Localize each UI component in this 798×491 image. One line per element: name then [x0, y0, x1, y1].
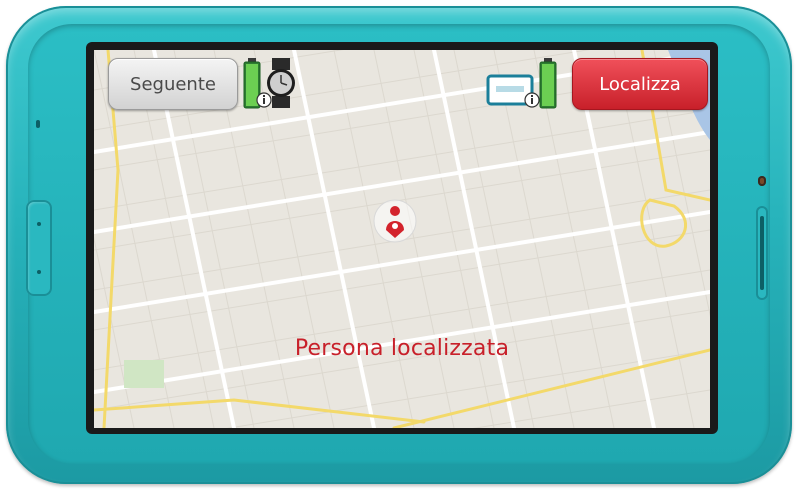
info-icon	[524, 92, 540, 108]
next-button[interactable]: Seguente	[108, 58, 238, 110]
power-button[interactable]	[756, 206, 768, 300]
locate-button[interactable]: Localizza	[572, 58, 708, 110]
person-marker-icon[interactable]	[372, 198, 418, 244]
speaker-mark	[36, 120, 40, 128]
info-icon	[256, 92, 272, 108]
tracker-tag-icon	[486, 58, 557, 109]
watch-device-status[interactable]	[242, 56, 302, 110]
tracker-device-status[interactable]	[486, 56, 568, 110]
app-screen: Seguente Localizza Persona localizzata	[94, 50, 710, 428]
park-area	[124, 360, 164, 388]
volume-up-mark	[37, 222, 41, 226]
battery-icon	[243, 58, 295, 109]
battery-icon	[539, 58, 557, 109]
status-message: Persona localizzata	[294, 336, 510, 361]
power-button-ridge	[760, 216, 764, 290]
camera-icon	[758, 176, 766, 186]
volume-button[interactable]	[26, 200, 52, 296]
volume-down-mark	[37, 270, 41, 274]
